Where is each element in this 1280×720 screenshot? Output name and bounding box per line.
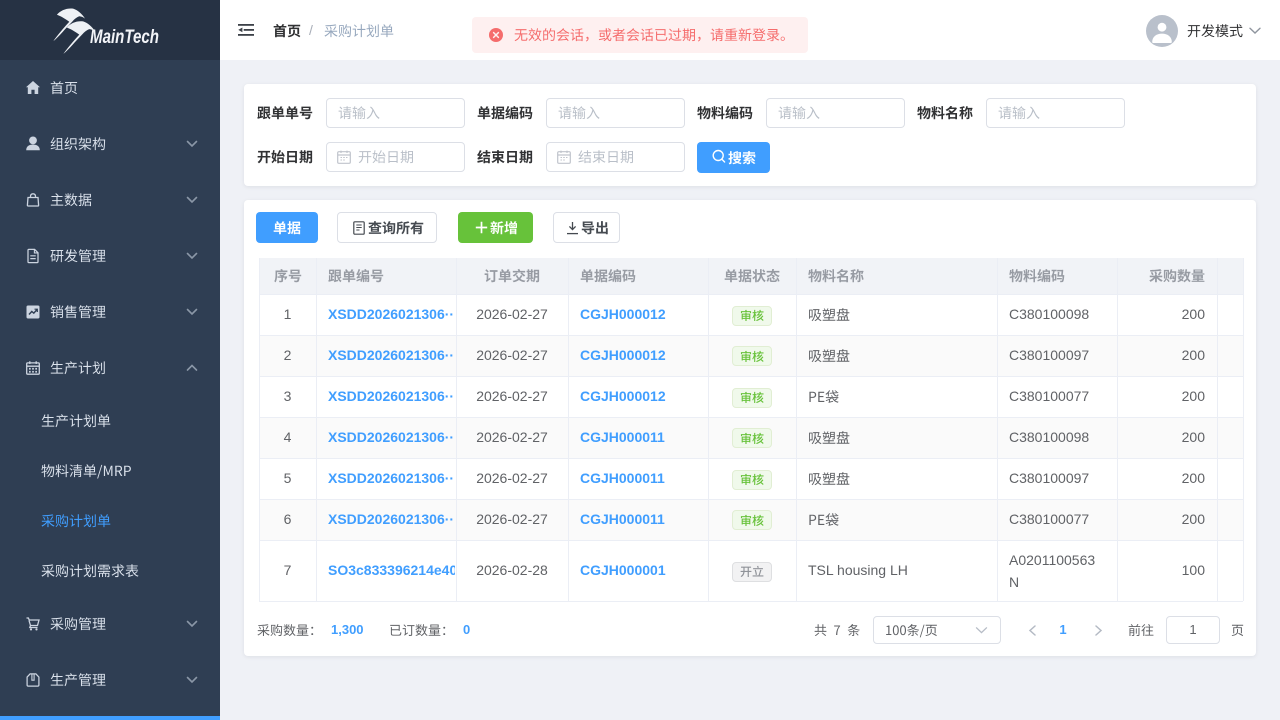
svg-text:MainTech: MainTech bbox=[90, 27, 159, 48]
